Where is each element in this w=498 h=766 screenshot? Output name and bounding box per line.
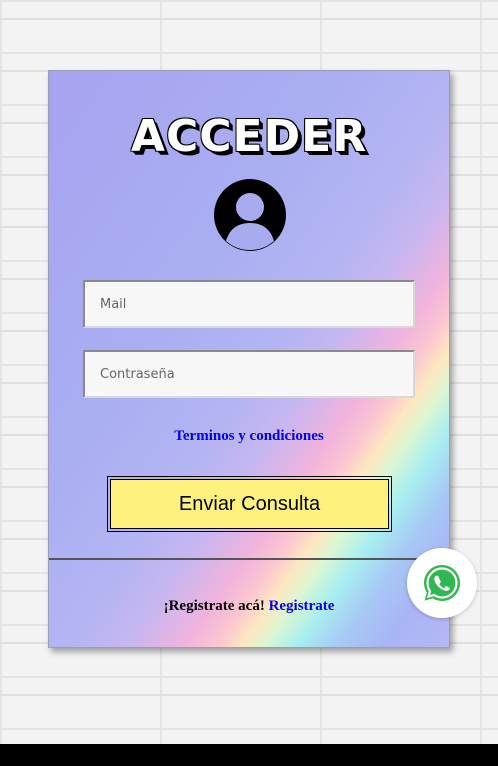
register-row: ¡Registrate acá! Registrate [49,598,449,615]
page-title: ACCEDER [130,111,368,162]
login-card: ACCEDER Terminos y condiciones Enviar Co… [48,70,450,648]
bottom-bar [0,744,498,766]
whatsapp-button[interactable] [407,548,477,618]
register-link[interactable]: Registrate [269,598,335,614]
register-prompt: ¡Registrate acá! [163,598,265,614]
whatsapp-icon [424,565,460,601]
mail-input[interactable] [83,280,415,328]
password-input[interactable] [83,350,415,398]
user-avatar-icon [214,179,286,251]
submit-button[interactable]: Enviar Consulta [107,476,392,532]
divider [49,558,449,560]
terms-link[interactable]: Terminos y condiciones [49,428,449,445]
